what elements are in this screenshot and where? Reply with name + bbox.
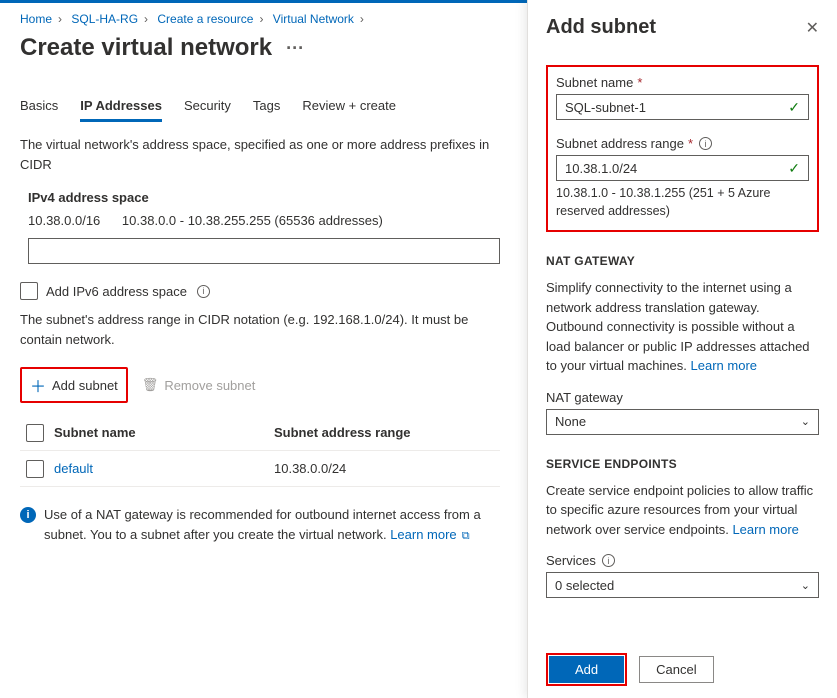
page-title: Create virtual network ··· [20, 34, 500, 62]
tab-security[interactable]: Security [184, 92, 231, 122]
col-subnet-name: Subnet name [54, 425, 274, 440]
info-icon[interactable]: i [699, 137, 712, 150]
col-subnet-range: Subnet address range [274, 425, 500, 440]
breadcrumb-rg[interactable]: SQL-HA-RG [71, 12, 138, 26]
close-icon[interactable]: ✕ [806, 18, 819, 38]
nat-gateway-select[interactable]: None ⌄ [546, 409, 819, 435]
info-icon[interactable]: i [197, 285, 210, 298]
remove-subnet-button: 🗑 Remove subnet [142, 377, 256, 393]
chevron-down-icon: ⌄ [801, 415, 810, 428]
tabs: Basics IP Addresses Security Tags Review… [20, 92, 500, 123]
subnets-table: Subnet name Subnet address range default… [20, 415, 500, 487]
tab-ip-addresses[interactable]: IP Addresses [80, 92, 162, 122]
subnet-range-input[interactable]: 10.38.1.0/24 ✓ [556, 155, 809, 181]
info-icon: i [20, 507, 36, 523]
cancel-button[interactable]: Cancel [639, 656, 713, 683]
subnet-name-input[interactable]: SQL-subnet-1 ✓ [556, 94, 809, 120]
subnet-description: The subnet's address range in CIDR notat… [20, 310, 500, 349]
tab-tags[interactable]: Tags [253, 92, 280, 122]
services-select[interactable]: 0 selected ⌄ [546, 572, 819, 598]
breadcrumb-create[interactable]: Create a resource [157, 12, 253, 26]
ipv4-label: IPv4 address space [28, 190, 500, 205]
row-checkbox[interactable] [26, 460, 44, 478]
nat-gateway-text: Simplify connectivity to the internet us… [546, 278, 819, 376]
learn-more-link[interactable]: Learn more ⧉ [390, 527, 469, 542]
breadcrumb: Home› SQL-HA-RG› Create a resource› Virt… [20, 12, 500, 26]
nat-info-text: Use of a NAT gateway is recommended for … [44, 505, 500, 544]
tab-basics[interactable]: Basics [20, 92, 58, 122]
select-all-checkbox[interactable] [26, 424, 44, 442]
plus-icon: ＋ [30, 373, 46, 397]
nat-gateway-heading: NAT GATEWAY [546, 254, 819, 268]
ipv4-address-line: 10.38.0.0/16 10.38.0.0 - 10.38.255.255 (… [28, 213, 500, 228]
ipv6-checkbox[interactable] [20, 282, 38, 300]
tab-review[interactable]: Review + create [302, 92, 396, 122]
subnet-link-default[interactable]: default [54, 461, 93, 476]
address-space-description: The virtual network's address space, spe… [20, 135, 500, 174]
breadcrumb-home[interactable]: Home [20, 12, 52, 26]
chevron-down-icon: ⌄ [801, 579, 810, 592]
nat-gateway-label: NAT gateway [546, 390, 819, 405]
se-learn-more-link[interactable]: Learn more [732, 522, 798, 537]
service-endpoints-text: Create service endpoint policies to allo… [546, 481, 819, 540]
trash-icon: 🗑 [142, 377, 159, 393]
table-row: default 10.38.0.0/24 [20, 451, 500, 487]
add-button[interactable]: Add [549, 656, 624, 683]
check-icon: ✓ [788, 160, 800, 177]
panel-title: Add subnet [546, 16, 656, 39]
add-subnet-panel: Add subnet ✕ Subnet name* SQL-subnet-1 ✓… [527, 0, 837, 698]
info-icon[interactable]: i [602, 554, 615, 567]
subnet-range-value: 10.38.0.0/24 [274, 461, 500, 476]
breadcrumb-current: Virtual Network [273, 12, 354, 26]
subnet-name-label: Subnet name* [556, 75, 809, 90]
address-space-input[interactable] [28, 238, 500, 264]
external-link-icon: ⧉ [459, 530, 470, 542]
service-endpoints-heading: SERVICE ENDPOINTS [546, 457, 819, 471]
subnet-range-label: Subnet address range* i [556, 136, 809, 151]
services-label: Services i [546, 553, 819, 568]
nat-learn-more-link[interactable]: Learn more [691, 358, 757, 373]
add-subnet-button[interactable]: ＋ Add subnet [24, 371, 124, 399]
subnet-range-hint: 10.38.1.0 - 10.38.1.255 (251 + 5 Azure r… [556, 185, 809, 220]
more-icon[interactable]: ··· [286, 38, 304, 59]
check-icon: ✓ [788, 99, 800, 116]
ipv6-checkbox-label: Add IPv6 address space [46, 284, 187, 299]
